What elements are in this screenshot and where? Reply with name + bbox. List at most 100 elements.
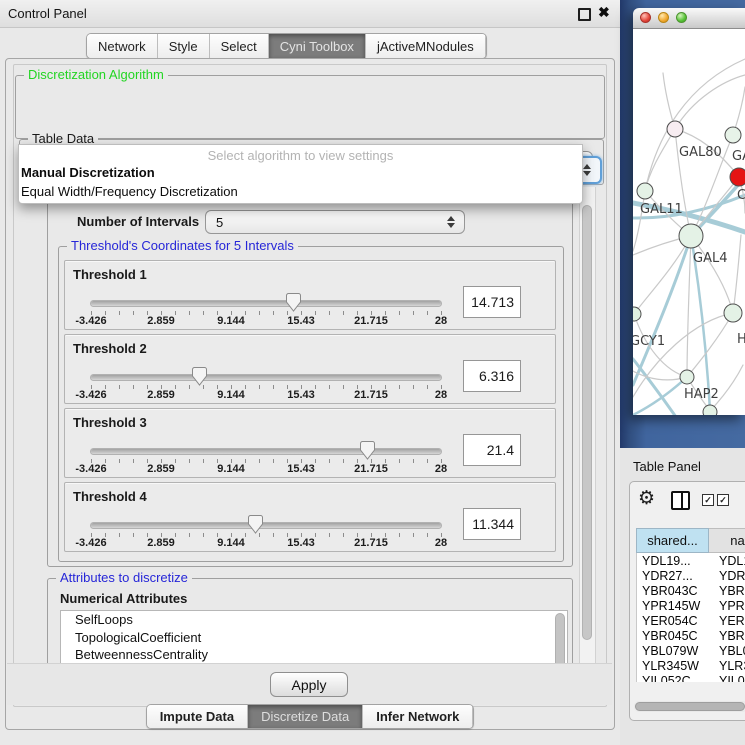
- columns-icon[interactable]: [671, 491, 690, 510]
- table-hscrollbar-thumb[interactable]: [635, 702, 745, 711]
- network-edge[interactable]: [687, 236, 691, 377]
- top-tab[interactable]: jActiveMNodules: [366, 34, 486, 58]
- slider-tick-label: -3.426: [75, 389, 106, 401]
- bottom-tab[interactable]: Impute Data: [147, 705, 248, 728]
- threshold-panel: Threshold 3 -3.426 2.859: [64, 408, 556, 478]
- network-node-red-node[interactable]: [730, 168, 745, 186]
- table-cell: YLR3: [710, 659, 745, 673]
- top-tab-label: Select: [221, 39, 257, 54]
- slider-tick-label: 2.859: [147, 463, 175, 475]
- threshold-value: 11.344: [472, 516, 514, 532]
- network-edge[interactable]: [645, 129, 675, 191]
- network-node-GAL4[interactable]: [679, 224, 703, 248]
- slider-handle[interactable]: [360, 441, 375, 460]
- network-node-HAP2[interactable]: [680, 370, 694, 384]
- network-node-label: GA: [732, 149, 745, 164]
- network-window[interactable]: GAL80GACGAL11GAL4GCY1HHAP2: [633, 8, 745, 415]
- slider-tick-label: 21.715: [354, 537, 388, 549]
- settings-scrollbar[interactable]: [579, 187, 596, 664]
- threshold-value-field[interactable]: 14.713: [463, 286, 521, 318]
- checkbox-icon[interactable]: ✓: [717, 494, 729, 506]
- close-icon[interactable]: ✖: [598, 4, 610, 21]
- slider-handle[interactable]: [286, 293, 301, 312]
- network-edge[interactable]: [733, 235, 741, 313]
- table-row[interactable]: YDR27... YDR2: [637, 568, 745, 583]
- close-traffic-light-icon[interactable]: [640, 12, 651, 23]
- table-header: shared... na: [636, 528, 745, 553]
- network-node-GAL80[interactable]: [667, 121, 683, 137]
- slider-handle[interactable]: [192, 367, 207, 386]
- float-window-icon[interactable]: [578, 8, 591, 21]
- bottom-tab-label: Discretize Data: [261, 709, 349, 724]
- zoom-traffic-light-icon[interactable]: [676, 12, 687, 23]
- threshold-value: 14.713: [471, 294, 514, 310]
- top-tab[interactable]: Select: [210, 34, 269, 58]
- top-tab[interactable]: Cyni Toolbox: [269, 34, 366, 58]
- network-edge[interactable]: [645, 59, 745, 191]
- thresholds-group-label: Threshold's Coordinates for 5 Intervals: [67, 238, 298, 253]
- table-row[interactable]: YBR043C YBR0: [637, 583, 745, 598]
- network-edge[interactable]: [675, 75, 745, 129]
- table-row[interactable]: YER054C YER0: [637, 613, 745, 628]
- network-node-GCY1[interactable]: [633, 307, 641, 321]
- table-cell: YBL0: [710, 644, 745, 658]
- network-canvas[interactable]: GAL80GACGAL11GAL4GCY1HHAP2: [633, 29, 745, 415]
- network-node-GAL11[interactable]: [637, 183, 653, 199]
- bottom-tab[interactable]: Infer Network: [363, 705, 473, 728]
- slider-tick-label: 28: [435, 537, 447, 549]
- network-node-node-top-right[interactable]: [725, 127, 741, 143]
- gear-icon[interactable]: ⚙: [638, 487, 655, 509]
- column-header-name[interactable]: na: [709, 528, 745, 553]
- slider-track[interactable]: [91, 375, 441, 380]
- table-hscrollbar[interactable]: [634, 701, 745, 712]
- threshold-value: 6.316: [479, 368, 514, 384]
- slider-tick-label: -3.426: [75, 537, 106, 549]
- top-tab[interactable]: Network: [87, 34, 158, 58]
- slider-handle[interactable]: [248, 515, 263, 534]
- bottom-tab[interactable]: Discretize Data: [248, 705, 363, 728]
- table-cell: YIL052C: [637, 674, 710, 683]
- network-edge[interactable]: [633, 313, 733, 397]
- threshold-value-field[interactable]: 6.316: [463, 360, 521, 392]
- table-row[interactable]: YPR145W YPR1: [637, 598, 745, 613]
- threshold-value-field[interactable]: 11.344: [463, 508, 521, 540]
- table-cell: YIL0: [710, 674, 745, 683]
- top-tab[interactable]: Style: [158, 34, 210, 58]
- slider-ticks: [91, 311, 442, 315]
- slider-track[interactable]: [91, 449, 441, 454]
- dropdown-option[interactable]: Manual Discretization: [19, 163, 582, 182]
- slider-ticks: [91, 459, 442, 463]
- table-row[interactable]: YIL052C YIL0: [637, 673, 745, 682]
- slider-tick-label: 28: [435, 315, 447, 327]
- top-tab-label: Style: [169, 39, 198, 54]
- table-cell: YBR043C: [637, 584, 710, 598]
- attribute-list-item[interactable]: TopologicalCoefficient: [61, 629, 567, 647]
- network-edge[interactable]: [633, 236, 691, 385]
- threshold-title: Threshold 2: [73, 341, 147, 356]
- threshold-value-field[interactable]: 21.4: [463, 434, 521, 466]
- num-intervals-combo[interactable]: 5: [205, 210, 465, 234]
- table-row[interactable]: YBL079W YBL0: [637, 643, 745, 658]
- network-edge[interactable]: [633, 371, 687, 380]
- slider-track[interactable]: [91, 301, 441, 306]
- table-row[interactable]: YDL19... YDL1: [637, 553, 745, 568]
- table-row[interactable]: YBR045C YBR0: [637, 628, 745, 643]
- apply-button[interactable]: Apply: [270, 672, 348, 697]
- slider-track[interactable]: [91, 523, 441, 528]
- network-node-node-h[interactable]: [724, 304, 742, 322]
- column-header-shared[interactable]: shared...: [636, 528, 709, 553]
- attribute-list-item[interactable]: BetweennessCentrality: [61, 646, 567, 664]
- attribute-list-item[interactable]: SelfLoops: [61, 611, 567, 629]
- checkbox-icon[interactable]: ✓: [702, 494, 714, 506]
- network-edge[interactable]: [634, 236, 691, 314]
- network-edge[interactable]: [687, 313, 733, 377]
- settings-scrollbar-thumb[interactable]: [582, 205, 592, 640]
- bottom-tab-label: Impute Data: [160, 709, 234, 724]
- right-region: GAL80GACGAL11GAL4GCY1HHAP2 Table Panel ⚙…: [620, 0, 745, 745]
- dropdown-option[interactable]: Equal Width/Frequency Discretization: [19, 182, 582, 201]
- minimize-traffic-light-icon[interactable]: [658, 12, 669, 23]
- dropdown-prompt: Select algorithm to view settings: [19, 145, 582, 163]
- network-node-node-bottom[interactable]: [703, 405, 717, 415]
- network-edge[interactable]: [633, 191, 645, 251]
- table-row[interactable]: YLR345W YLR3: [637, 658, 745, 673]
